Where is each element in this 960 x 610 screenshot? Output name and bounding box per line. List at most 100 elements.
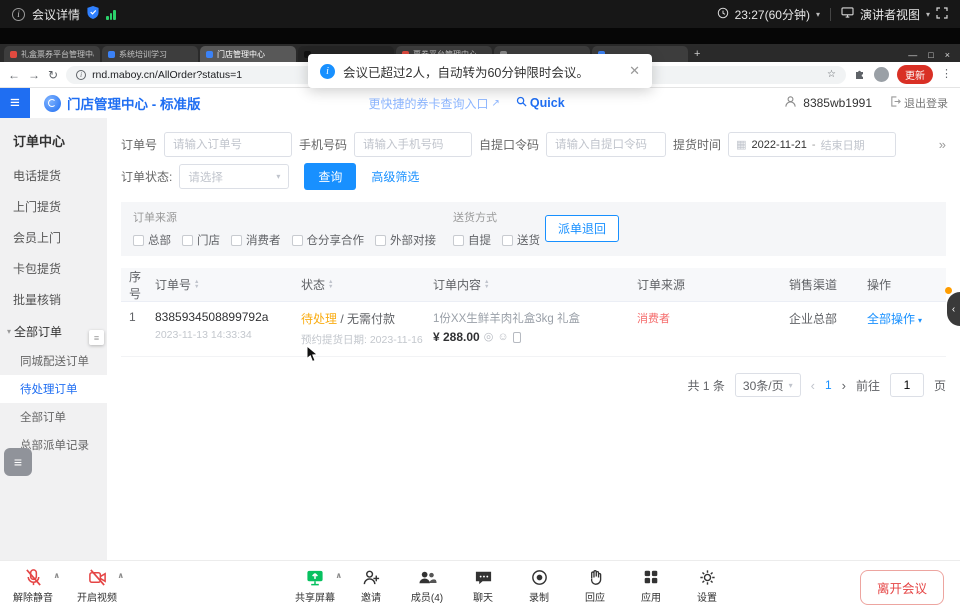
sidebar-item-city-delivery[interactable]: 同城配送订单 [0, 347, 107, 375]
start-video-button[interactable]: ∧ 开启视频 [76, 567, 118, 604]
window-maximize-icon[interactable]: □ [928, 50, 933, 60]
col-header-status[interactable]: 状态▲▼ [301, 276, 433, 293]
meeting-timer[interactable]: 23:27(60分钟) [735, 6, 810, 23]
sidebar-item-pending-orders[interactable]: 待处理订单 [0, 375, 107, 403]
sidebar-drag-handle[interactable]: ≡ [89, 330, 104, 345]
browser-tab-active[interactable]: 门店管理中心 [200, 46, 296, 62]
col-header-action: 操作 [867, 276, 943, 293]
reactions-button[interactable]: 回应 [574, 567, 616, 604]
meeting-details-label[interactable]: 会议详情 [32, 6, 80, 23]
table-header-row: 序号 订单号▲▼ 状态▲▼ 订单内容▲▼ 订单来源 销售渠道 操作 [121, 268, 946, 302]
pickup-code-input[interactable] [546, 132, 666, 157]
list-icon: ≡ [14, 454, 22, 470]
forward-icon[interactable]: → [28, 69, 40, 81]
meeting-info-icon[interactable]: i [12, 8, 25, 21]
view-dropdown-icon[interactable]: ▾ [926, 10, 930, 19]
app-logo-icon [44, 95, 61, 112]
col-header-index: 序号 [121, 268, 155, 302]
panel-collapse-handle[interactable]: ‹ [947, 292, 960, 326]
sidebar-item-phone-pickup[interactable]: 电话提货 [0, 160, 107, 191]
meeting-toolbar: ∧ 解除静音 ∧ 开启视频 ∧ 共享屏幕 [0, 560, 960, 610]
sidebar-item-batch-verify[interactable]: 批量核销 [0, 284, 107, 315]
sidebar-item-card-pickup[interactable]: 卡包提货 [0, 253, 107, 284]
source-badge: 消费者 [637, 313, 670, 325]
window-minimize-icon[interactable]: — [908, 50, 917, 60]
search-button[interactable]: 查询 [304, 163, 356, 190]
chat-bubble-icon [474, 567, 493, 587]
browser-tab[interactable]: 系统培训学习 [102, 46, 198, 62]
checkbox-source-hq[interactable]: 总部 [133, 232, 171, 248]
username[interactable]: 8385wb1991 [803, 96, 872, 110]
checkbox-delivery[interactable]: 送货 [502, 232, 540, 248]
unmute-button[interactable]: ∧ 解除静音 [12, 567, 54, 604]
mic-options-chevron[interactable]: ∧ [54, 571, 61, 580]
col-header-content[interactable]: 订单内容▲▼ [433, 276, 637, 293]
fullscreen-icon[interactable] [936, 7, 948, 22]
sidebar-toggle-button[interactable]: ≡ [0, 88, 30, 118]
checkbox-self-pickup[interactable]: 自提 [453, 232, 491, 248]
current-page[interactable]: 1 [825, 378, 832, 392]
advanced-filter-link[interactable]: 高级筛选 [371, 168, 419, 185]
view-mode-label[interactable]: 演讲者视图 [860, 6, 920, 23]
sort-icon[interactable]: ▲▼ [328, 280, 333, 290]
checkbox-source-external[interactable]: 外部对接 [375, 232, 436, 248]
close-icon[interactable]: ✕ [629, 63, 640, 79]
browser-menu-icon[interactable]: ⋮ [941, 69, 952, 80]
goto-page-input[interactable] [890, 373, 924, 397]
timer-dropdown-icon[interactable]: ▾ [816, 10, 820, 19]
phone-label: 手机号码 [299, 136, 347, 153]
share-options-chevron[interactable]: ∧ [336, 571, 343, 580]
record-button[interactable]: 录制 [518, 567, 560, 604]
logout-button[interactable]: 退出登录 [890, 95, 948, 111]
reload-icon[interactable]: ↻ [48, 69, 58, 81]
prev-page-icon[interactable]: ‹ [811, 378, 815, 393]
settings-button[interactable]: 设置 [686, 567, 728, 604]
collapse-filters-icon[interactable]: » [939, 137, 946, 152]
next-page-icon[interactable]: › [842, 378, 846, 393]
share-screen-button[interactable]: ∧ 共享屏幕 [294, 567, 336, 604]
checkbox-source-warehouse[interactable]: 仓分享合作 [292, 232, 365, 248]
row-actions-dropdown[interactable]: 全部操作▾ [867, 310, 943, 327]
info-icon: i [320, 64, 335, 79]
new-tab-button[interactable]: + [694, 48, 700, 60]
apps-button[interactable]: 应用 [630, 567, 672, 604]
cell-created-time: 2023-11-13 14:33:34 [155, 329, 297, 341]
quick-search-link[interactable]: Quick [516, 96, 565, 110]
checkbox-source-store[interactable]: 门店 [182, 232, 220, 248]
browser-update-button[interactable]: 更新 [897, 65, 933, 84]
checkbox-icon [502, 235, 513, 246]
chat-button[interactable]: 聊天 [462, 567, 504, 604]
window-close-icon[interactable]: × [945, 50, 950, 60]
browser-profile-avatar[interactable] [874, 67, 889, 82]
order-status-select[interactable]: 请选择 ▾ [179, 164, 289, 189]
site-info-icon[interactable]: i [76, 70, 86, 80]
camera-options-chevron[interactable]: ∧ [118, 571, 125, 580]
order-no-input[interactable] [164, 132, 292, 157]
security-shield-icon[interactable] [87, 6, 99, 22]
col-header-order-no[interactable]: 订单号▲▼ [155, 276, 301, 293]
browser-tab[interactable]: 礼盒票券平台管理中心 [4, 46, 100, 62]
filter-row-1: 订单号 手机号码 自提口令码 提货时间 ▦ 2022-11-21 - 结束日期 [121, 132, 946, 157]
sort-icon[interactable]: ▲▼ [194, 280, 199, 290]
sidebar-item-door-pickup[interactable]: 上门提货 [0, 191, 107, 222]
phone-input[interactable] [354, 132, 472, 157]
floating-list-button[interactable]: ≡ [4, 448, 32, 476]
leave-meeting-button[interactable]: 离开会议 [860, 570, 944, 605]
back-icon[interactable]: ← [8, 69, 20, 81]
members-button[interactable]: 成员(4) [406, 567, 448, 604]
sidebar-item-member-visit[interactable]: 会员上门 [0, 222, 107, 253]
promo-link[interactable]: 更快捷的券卡查询入口↗ [369, 95, 500, 112]
app-header: ≡ 门店管理中心 - 标准版 更快捷的券卡查询入口↗ Quick 8385wb1… [0, 88, 960, 118]
extensions-puzzle-icon[interactable] [854, 68, 866, 82]
divider [830, 8, 831, 21]
chevron-down-icon: ▾ [789, 381, 793, 390]
checkbox-source-consumer[interactable]: 消费者 [231, 232, 281, 248]
dispatch-return-button[interactable]: 派单退回 [545, 215, 619, 242]
bookmark-star-icon[interactable]: ☆ [827, 69, 836, 80]
invite-button[interactable]: 邀请 [350, 567, 392, 604]
date-range-picker[interactable]: ▦ 2022-11-21 - 结束日期 [728, 132, 896, 157]
page-size-select[interactable]: 30条/页 ▾ [735, 373, 801, 397]
sidebar-item-all-orders[interactable]: 全部订单 [0, 403, 107, 431]
sort-icon[interactable]: ▲▼ [484, 280, 489, 290]
table-row[interactable]: 1 8385934508899792a 2023-11-13 14:33:34 … [121, 302, 946, 357]
